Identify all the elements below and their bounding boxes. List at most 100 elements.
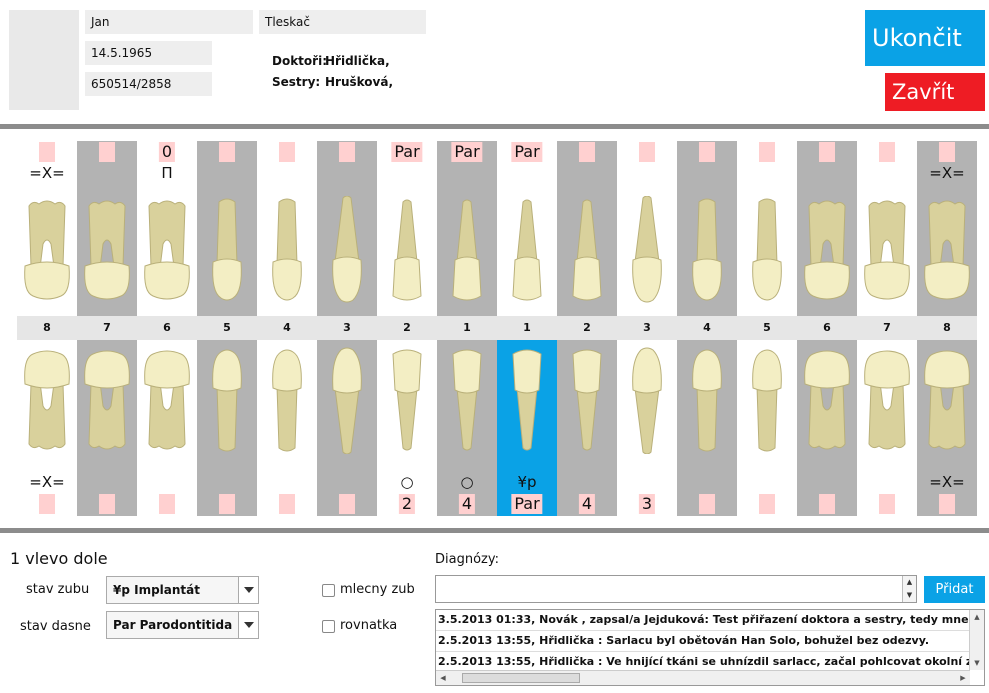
- canine-tooth-icon: [632, 347, 662, 454]
- lower-tooth-7[interactable]: ○ 2: [377, 340, 437, 516]
- spinner[interactable]: ▲ ▼: [902, 576, 916, 602]
- upper-tooth-8[interactable]: Par: [437, 141, 497, 316]
- molar-tooth-icon: [804, 200, 850, 300]
- upper-tooth-7[interactable]: Par: [377, 141, 437, 316]
- lower-tooth-bottom-badge: 4: [578, 494, 596, 514]
- horizontal-scrollbar[interactable]: ◀ ▶: [436, 670, 970, 685]
- upper-tooth-4[interactable]: [197, 141, 257, 316]
- upper-tooth-top-badge: [759, 142, 775, 162]
- incisor-tooth-icon: [452, 199, 482, 301]
- tooth-number: 8: [43, 321, 51, 334]
- diagnosis-entries: 3.5.2013 01:33, Novák , zapsal/a Jejduko…: [436, 610, 970, 670]
- lower-tooth-1[interactable]: =X=: [17, 340, 77, 516]
- canine-tooth-icon: [632, 196, 662, 303]
- upper-tooth-9[interactable]: Par: [497, 141, 557, 316]
- lower-tooth-symbol: ○: [460, 473, 474, 491]
- scroll-right-icon[interactable]: ▶: [956, 671, 970, 685]
- diagnosis-entry[interactable]: 3.5.2013 01:33, Novák , zapsal/a Jejduko…: [436, 610, 970, 631]
- chevron-down-icon[interactable]: [238, 577, 258, 603]
- scroll-up-icon[interactable]: ▲: [970, 610, 984, 624]
- lower-tooth-bottom-badge: [819, 494, 835, 514]
- lower-tooth-13[interactable]: [737, 340, 797, 516]
- molar-tooth-icon: [144, 200, 190, 300]
- scroll-left-icon[interactable]: ◀: [436, 671, 450, 685]
- add-diagnosis-button[interactable]: Přidat: [924, 576, 985, 603]
- lower-tooth-5[interactable]: [257, 340, 317, 516]
- tooth-number: 6: [823, 321, 831, 334]
- lower-tooth-bottom-badge: [219, 494, 235, 514]
- straight-label: rovnatka: [340, 618, 398, 633]
- diagnosis-entry[interactable]: 2.5.2013 13:55, Hřidlička : Ve hnijící t…: [436, 652, 970, 670]
- lower-tooth-6[interactable]: [317, 340, 377, 516]
- lower-tooth-bottom-badge: 4: [458, 494, 476, 514]
- upper-tooth-2[interactable]: [77, 141, 137, 316]
- lower-tooth-16[interactable]: =X=: [917, 340, 977, 516]
- gum-state-select[interactable]: Par Parodontitida: [106, 611, 259, 639]
- molar-tooth-icon: [84, 200, 130, 300]
- upper-tooth-6[interactable]: [317, 141, 377, 316]
- lower-tooth-8[interactable]: ○ 4: [437, 340, 497, 516]
- upper-tooth-15[interactable]: [857, 141, 917, 316]
- lower-tooth-12[interactable]: [677, 340, 737, 516]
- diagnosis-log[interactable]: 3.5.2013 01:33, Novák , zapsal/a Jejduko…: [435, 609, 985, 686]
- straight-checkbox[interactable]: [322, 620, 335, 633]
- diagnosis-input[interactable]: ▲ ▼: [435, 575, 917, 603]
- upper-tooth-13[interactable]: [737, 141, 797, 316]
- upper-tooth-symbol: =X=: [929, 164, 965, 182]
- upper-tooth-11[interactable]: [617, 141, 677, 316]
- spinner-down-icon[interactable]: ▼: [903, 589, 916, 602]
- upper-tooth-1[interactable]: =X=: [17, 141, 77, 316]
- premolar-tooth-icon: [212, 349, 242, 452]
- lower-tooth-4[interactable]: [197, 340, 257, 516]
- lower-tooth-symbol: ¥p: [517, 473, 537, 491]
- tooth-state-select[interactable]: ¥p Implantát: [106, 576, 259, 604]
- lower-tooth-bottom-badge: [279, 494, 295, 514]
- diagnosis-entry[interactable]: 2.5.2013 13:55, Hřidlička : Sarlacu byl …: [436, 631, 970, 652]
- tooth-state-value: ¥p Implantát: [113, 583, 200, 597]
- tooth-number: 3: [343, 321, 351, 334]
- spinner-up-icon[interactable]: ▲: [903, 576, 916, 589]
- close-button[interactable]: Zavřít: [885, 73, 985, 111]
- tooth-number: 7: [103, 321, 111, 334]
- birth-date-field: 14.5.1965: [85, 41, 212, 65]
- upper-tooth-top-badge: [819, 142, 835, 162]
- premolar-tooth-icon: [212, 198, 242, 301]
- lower-tooth-14[interactable]: [797, 340, 857, 516]
- staff-info: Doktoři: Hřidlička, Sestry: Hrušková,: [272, 51, 393, 93]
- upper-tooth-12[interactable]: [677, 141, 737, 316]
- chevron-down-icon[interactable]: [238, 612, 258, 638]
- tooth-number: 4: [703, 321, 711, 334]
- lower-tooth-15[interactable]: [857, 340, 917, 516]
- tooth-number: 7: [883, 321, 891, 334]
- upper-tooth-top-badge: [39, 142, 55, 162]
- upper-tooth-top-badge: Par: [451, 142, 483, 162]
- upper-tooth-top-badge: [99, 142, 115, 162]
- lower-tooth-11[interactable]: 3: [617, 340, 677, 516]
- scroll-thumb[interactable]: [462, 673, 580, 683]
- upper-tooth-10[interactable]: [557, 141, 617, 316]
- lower-tooth-bottom-badge: [99, 494, 115, 514]
- lower-tooth-9[interactable]: ¥p Par: [497, 340, 557, 516]
- molar-tooth-icon: [84, 350, 130, 450]
- upper-tooth-top-badge: [699, 142, 715, 162]
- upper-tooth-5[interactable]: [257, 141, 317, 316]
- selected-tooth-title: 1 vlevo dole: [10, 549, 108, 568]
- incisor-tooth-icon: [392, 199, 422, 301]
- milk-tooth-checkbox[interactable]: [322, 584, 335, 597]
- upper-tooth-16[interactable]: =X=: [917, 141, 977, 316]
- scroll-down-icon[interactable]: ▼: [970, 656, 984, 670]
- molar-tooth-icon: [924, 350, 970, 450]
- lower-tooth-bottom-badge: [939, 494, 955, 514]
- molar-tooth-icon: [924, 200, 970, 300]
- lower-tooth-bottom-badge: [339, 494, 355, 514]
- vertical-scrollbar[interactable]: ▲ ▼: [969, 610, 984, 670]
- lower-tooth-2[interactable]: [77, 340, 137, 516]
- lower-tooth-10[interactable]: 4: [557, 340, 617, 516]
- tooth-number: 1: [523, 321, 531, 334]
- upper-tooth-3[interactable]: 0Π: [137, 141, 197, 316]
- birth-number-field: 650514/2858: [85, 72, 212, 96]
- end-button[interactable]: Ukončit: [865, 10, 985, 66]
- upper-tooth-14[interactable]: [797, 141, 857, 316]
- incisor-tooth-icon: [512, 199, 542, 301]
- lower-tooth-3[interactable]: [137, 340, 197, 516]
